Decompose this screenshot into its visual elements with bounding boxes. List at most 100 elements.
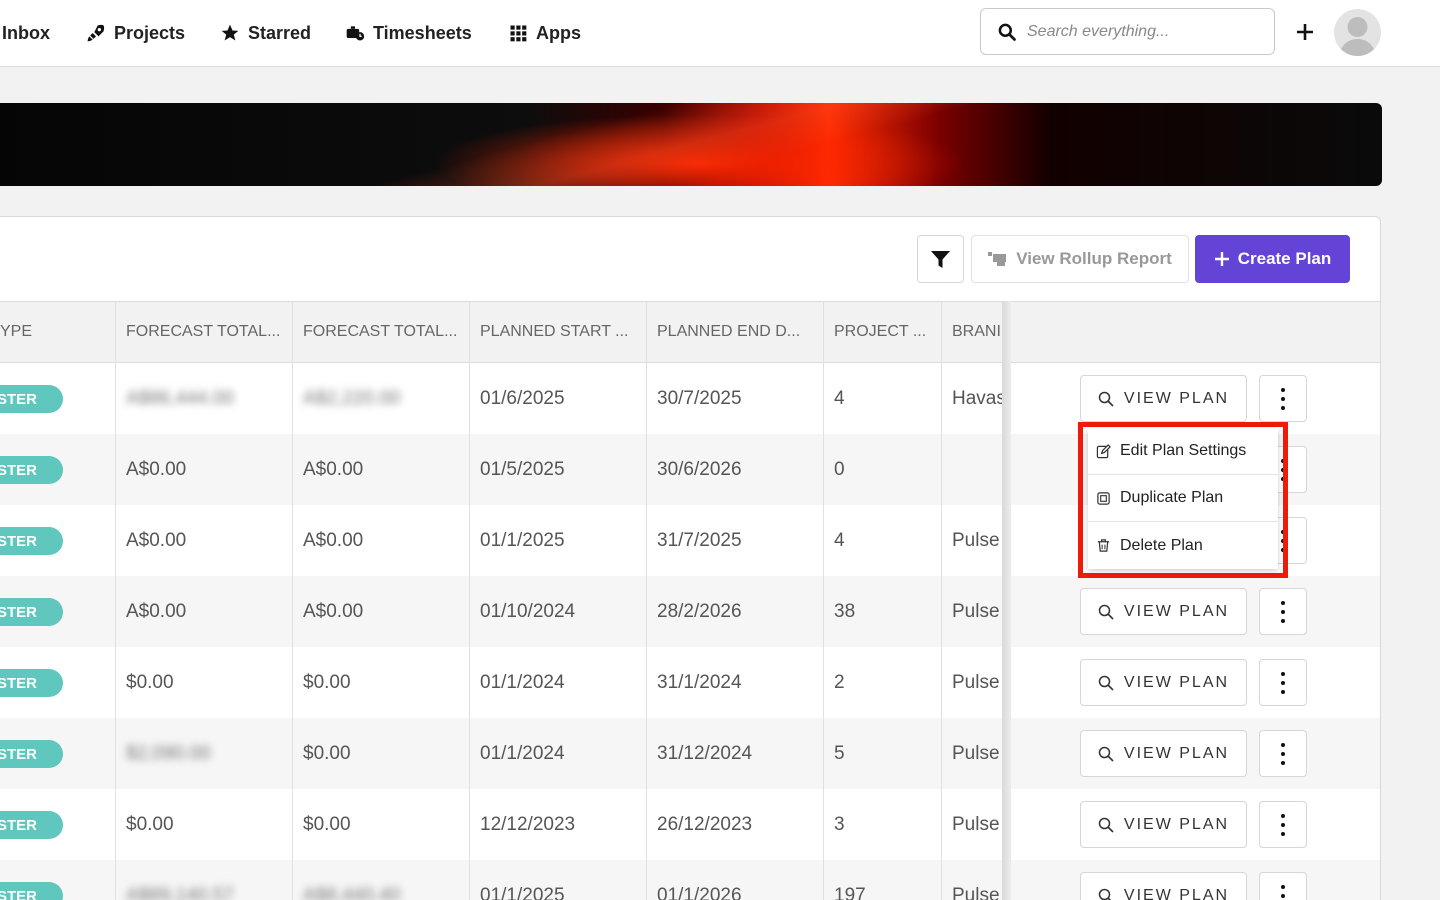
planned-start-cell: 01/1/2025 — [480, 529, 565, 551]
planned-start-cell: 01/5/2025 — [480, 458, 565, 480]
forecast-total-2-cell: A$2,220.00 — [303, 387, 401, 409]
search-input[interactable] — [1027, 22, 1257, 41]
view-plan-button[interactable]: VIEW PLAN — [1080, 659, 1247, 706]
brand-cell: Pulse — [952, 884, 1000, 900]
column-divider — [646, 301, 647, 900]
nav-apps-label: Apps — [536, 22, 581, 43]
column-divider — [115, 301, 116, 900]
more-vertical-icon — [1281, 813, 1285, 836]
projects-count-cell: 5 — [834, 742, 845, 764]
plan-actions-menu: Edit Plan Settings Duplicate Plan Delete… — [1088, 428, 1278, 569]
view-plan-button[interactable]: VIEW PLAN — [1080, 801, 1247, 848]
forecast-total-1-cell: $0.00 — [126, 671, 174, 693]
forecast-total-2-cell: $0.00 — [303, 671, 351, 693]
nav-inbox[interactable]: Inbox — [2, 0, 50, 66]
view-rollup-report-label: View Rollup Report — [1016, 249, 1172, 268]
view-plan-button[interactable]: VIEW PLAN — [1080, 588, 1247, 635]
menu-item-label: Delete Plan — [1120, 536, 1203, 554]
filter-icon — [931, 250, 950, 268]
projects-count-cell: 3 — [834, 813, 845, 835]
more-options-button[interactable] — [1259, 375, 1307, 422]
column-header-forecast-total-2[interactable]: FORECAST TOTAL... — [293, 302, 470, 362]
search-icon — [1098, 746, 1114, 762]
projects-count-cell: 4 — [834, 529, 845, 551]
duplicate-icon — [1097, 491, 1110, 505]
column-header-type[interactable]: YPE — [0, 302, 116, 362]
rocket-icon — [87, 24, 105, 42]
more-options-button[interactable] — [1259, 730, 1307, 777]
forecast-total-1-cell: A$0.00 — [126, 458, 187, 480]
brand-cell: Havas — [952, 387, 1004, 409]
nav-starred[interactable]: Starred — [220, 0, 311, 66]
planned-start-cell: 01/1/2024 — [480, 671, 565, 693]
nav-projects-label: Projects — [114, 22, 186, 43]
forecast-total-2-cell: A$0.00 — [303, 600, 364, 622]
nav-inbox-label: Inbox — [2, 22, 50, 43]
forecast-total-1-cell: A$0.00 — [126, 600, 187, 622]
nav-apps[interactable]: Apps — [508, 0, 581, 66]
forecast-total-2-cell: A$0.00 — [303, 458, 364, 480]
more-vertical-icon — [1281, 742, 1285, 765]
column-header-planned-end[interactable]: PLANNED END D... — [647, 302, 824, 362]
menu-item-duplicate-plan[interactable]: Duplicate Plan — [1088, 475, 1278, 522]
column-header-planned-start[interactable]: PLANNED START ... — [470, 302, 647, 362]
type-badge: STER — [0, 385, 63, 413]
column-divider — [469, 301, 470, 900]
report-icon — [988, 252, 1007, 266]
forecast-total-1-cell: $2,090.00 — [126, 742, 211, 764]
more-options-button[interactable] — [1259, 659, 1307, 706]
forecast-total-1-cell: A$89,140.57 — [126, 884, 234, 900]
planned-start-cell: 12/12/2023 — [480, 813, 576, 835]
view-plan-button[interactable]: VIEW PLAN — [1080, 375, 1247, 422]
top-navigation: Inbox Projects Starred Timesheets Apps — [0, 0, 1440, 67]
sticky-column-shadow — [1002, 301, 1011, 900]
nav-timesheets-label: Timesheets — [373, 22, 472, 43]
planned-end-cell: 31/7/2025 — [657, 529, 742, 551]
brand-cell — [942, 434, 1004, 505]
column-divider — [292, 301, 293, 900]
table-row: STER A$0.00 A$0.00 01/10/2024 28/2/2026 38 Pul… — [0, 576, 1380, 647]
avatar[interactable] — [1334, 9, 1381, 56]
column-header-forecast-total-1[interactable]: FORECAST TOTAL... — [116, 302, 293, 362]
nav-timesheets[interactable]: Timesheets — [345, 0, 472, 66]
type-badge: STER — [0, 598, 63, 626]
planned-end-cell: 31/12/2024 — [657, 742, 753, 764]
search-icon — [1098, 604, 1114, 620]
type-badge: STER — [0, 740, 63, 768]
forecast-total-1-cell: $0.00 — [126, 813, 174, 835]
create-plan-button[interactable]: Create Plan — [1195, 235, 1350, 283]
header-banner-image — [0, 103, 1382, 186]
view-plan-button[interactable]: VIEW PLAN — [1080, 730, 1247, 777]
forecast-total-2-cell: A$0.00 — [303, 529, 364, 551]
filter-button[interactable] — [917, 235, 964, 283]
planned-start-cell: 01/10/2024 — [480, 600, 576, 622]
forecast-total-1-cell: A$0.00 — [126, 529, 187, 551]
view-rollup-report-button[interactable]: View Rollup Report — [971, 235, 1189, 283]
type-badge: STER — [0, 669, 63, 697]
planned-end-cell: 01/1/2026 — [657, 884, 742, 900]
planned-end-cell: 31/1/2024 — [657, 671, 742, 693]
menu-item-edit-plan-settings[interactable]: Edit Plan Settings — [1088, 428, 1278, 475]
more-options-button[interactable] — [1259, 872, 1307, 900]
more-options-button[interactable] — [1259, 588, 1307, 635]
view-plan-button[interactable]: VIEW PLAN — [1080, 872, 1247, 900]
projects-count-cell: 38 — [834, 600, 856, 622]
view-plan-label: VIEW PLAN — [1123, 744, 1230, 762]
menu-item-delete-plan[interactable]: Delete Plan — [1088, 522, 1278, 569]
add-button[interactable] — [1290, 17, 1320, 47]
forecast-total-2-cell: $0.00 — [303, 813, 351, 835]
more-vertical-icon — [1281, 600, 1285, 623]
planned-start-cell: 01/6/2025 — [480, 387, 565, 409]
type-badge: STER — [0, 811, 63, 839]
forecast-total-2-cell: $0.00 — [303, 742, 351, 764]
nav-projects[interactable]: Projects — [86, 0, 185, 66]
planned-end-cell: 30/6/2026 — [657, 458, 742, 480]
search-icon — [998, 23, 1016, 41]
type-badge: STER — [0, 882, 63, 900]
column-header-projects[interactable]: PROJECT ... — [824, 302, 942, 362]
column-header-brand[interactable]: BRANI — [942, 302, 1004, 362]
timesheet-icon — [346, 26, 365, 41]
planned-start-cell: 01/1/2025 — [480, 884, 565, 900]
projects-count-cell: 0 — [834, 458, 845, 480]
more-options-button[interactable] — [1259, 801, 1307, 848]
